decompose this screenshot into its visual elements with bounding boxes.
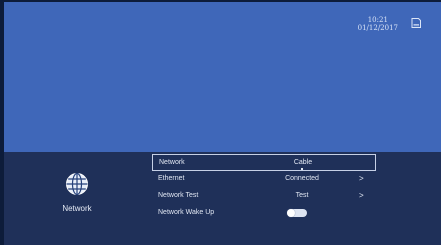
clock-display: 10:21 01/12/2017 bbox=[358, 16, 398, 32]
chevron-right-icon: > bbox=[359, 191, 364, 200]
chevron-right-icon: > bbox=[359, 174, 364, 183]
tv-settings-screen: 10:21 01/12/2017 Network Network Cable E… bbox=[4, 2, 441, 245]
row-label: Network bbox=[159, 159, 185, 166]
menu-row-network-wake-up[interactable]: Network Wake Up bbox=[152, 205, 376, 222]
network-settings-menu: Network Cable Ethernet Connected > Netwo… bbox=[152, 154, 376, 222]
row-label: Ethernet bbox=[158, 175, 185, 182]
row-label: Network Wake Up bbox=[158, 209, 215, 216]
row-value: Connected bbox=[285, 175, 319, 182]
sd-card-icon bbox=[411, 18, 421, 28]
network-category: Network bbox=[54, 172, 100, 213]
row-value: Cable bbox=[293, 159, 313, 166]
time-text: 10:21 bbox=[367, 16, 388, 24]
category-label: Network bbox=[62, 204, 92, 213]
menu-row-network[interactable]: Network Cable bbox=[152, 154, 376, 171]
globe-icon bbox=[66, 172, 88, 196]
wake-up-toggle[interactable] bbox=[287, 209, 307, 217]
date-text: 01/12/2017 bbox=[357, 24, 398, 32]
row-value: Test bbox=[295, 192, 309, 199]
row-label: Network Test bbox=[158, 192, 199, 199]
menu-row-ethernet[interactable]: Ethernet Connected > bbox=[152, 171, 376, 188]
menu-row-network-test[interactable]: Network Test Test > bbox=[152, 188, 376, 205]
settings-panel: Network Network Cable Ethernet Connected… bbox=[4, 152, 441, 245]
selection-dot-icon bbox=[301, 168, 303, 170]
toggle-knob bbox=[287, 209, 295, 217]
